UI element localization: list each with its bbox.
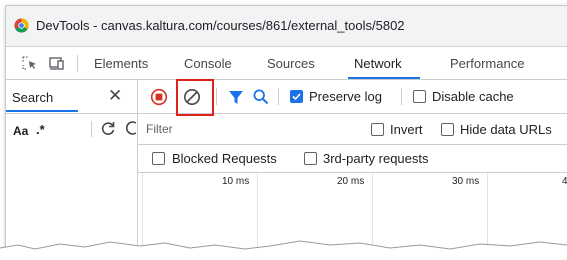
third-party-label[interactable]: 3rd-party requests	[323, 151, 429, 166]
toolbar-divider	[216, 88, 217, 105]
device-toolbar-icon[interactable]	[49, 56, 65, 70]
chrome-icon	[14, 18, 29, 33]
hide-data-urls-checkbox[interactable]	[441, 123, 454, 136]
filter-icon[interactable]	[227, 88, 245, 106]
timeline-tick-label: 4	[562, 176, 567, 187]
tab-network[interactable]: Network	[354, 56, 402, 71]
close-icon[interactable]: ✕	[108, 87, 122, 105]
invert-checkbox[interactable]	[371, 123, 384, 136]
toolbar-divider	[278, 88, 279, 105]
toolbar-divider	[401, 88, 402, 105]
record-stop-icon[interactable]	[150, 88, 168, 106]
annotation-highlight-box	[176, 79, 214, 116]
title-bar: DevTools - canvas.kaltura.com/courses/86…	[6, 6, 567, 47]
clear-icon[interactable]	[124, 120, 138, 136]
match-case-toggle[interactable]: Aa	[13, 124, 28, 138]
devtools-window: DevTools - canvas.kaltura.com/courses/86…	[5, 5, 567, 254]
tab-elements[interactable]: Elements	[94, 56, 148, 71]
third-party-checkbox[interactable]	[304, 152, 317, 165]
timeline-tick-label: 20 ms	[337, 176, 365, 187]
request-filter-row: Blocked Requests 3rd-party requests	[138, 145, 567, 173]
blocked-requests-label[interactable]: Blocked Requests	[172, 151, 277, 166]
timeline-tick-label: 30 ms	[452, 176, 480, 187]
toolbar-divider	[77, 55, 78, 72]
window-title: DevTools - canvas.kaltura.com/courses/86…	[36, 18, 405, 33]
blocked-requests-checkbox[interactable]	[152, 152, 165, 165]
tab-sources[interactable]: Sources	[267, 56, 315, 71]
checkmark-icon	[292, 93, 301, 101]
panel-tabs-bar: Elements Console Sources Network Perform…	[6, 47, 567, 80]
search-pane-title[interactable]: Search	[12, 90, 53, 105]
torn-edge-decoration	[0, 240, 567, 260]
active-tab-indicator	[348, 77, 420, 79]
timeline-tick-label: 10 ms	[222, 176, 250, 187]
disable-cache-label[interactable]: Disable cache	[432, 89, 514, 104]
search-pane-header: Search ✕	[6, 80, 137, 114]
preserve-log-checkbox[interactable]	[290, 90, 303, 103]
hide-data-urls-label[interactable]: Hide data URLs	[460, 122, 552, 137]
tab-console[interactable]: Console	[184, 56, 232, 71]
disable-cache-checkbox[interactable]	[413, 90, 426, 103]
regex-toggle[interactable]: .*	[36, 122, 45, 137]
refresh-icon[interactable]	[100, 120, 116, 136]
invert-label[interactable]: Invert	[390, 122, 423, 137]
preserve-log-label[interactable]: Preserve log	[309, 89, 382, 104]
search-divider	[91, 121, 92, 137]
search-tab-indicator	[6, 110, 78, 112]
search-icon[interactable]	[252, 88, 270, 106]
filter-row: Invert Hide data URLs	[138, 114, 567, 145]
select-element-icon[interactable]	[22, 56, 38, 70]
tab-performance[interactable]: Performance	[450, 56, 524, 71]
filter-input[interactable]	[142, 119, 358, 139]
